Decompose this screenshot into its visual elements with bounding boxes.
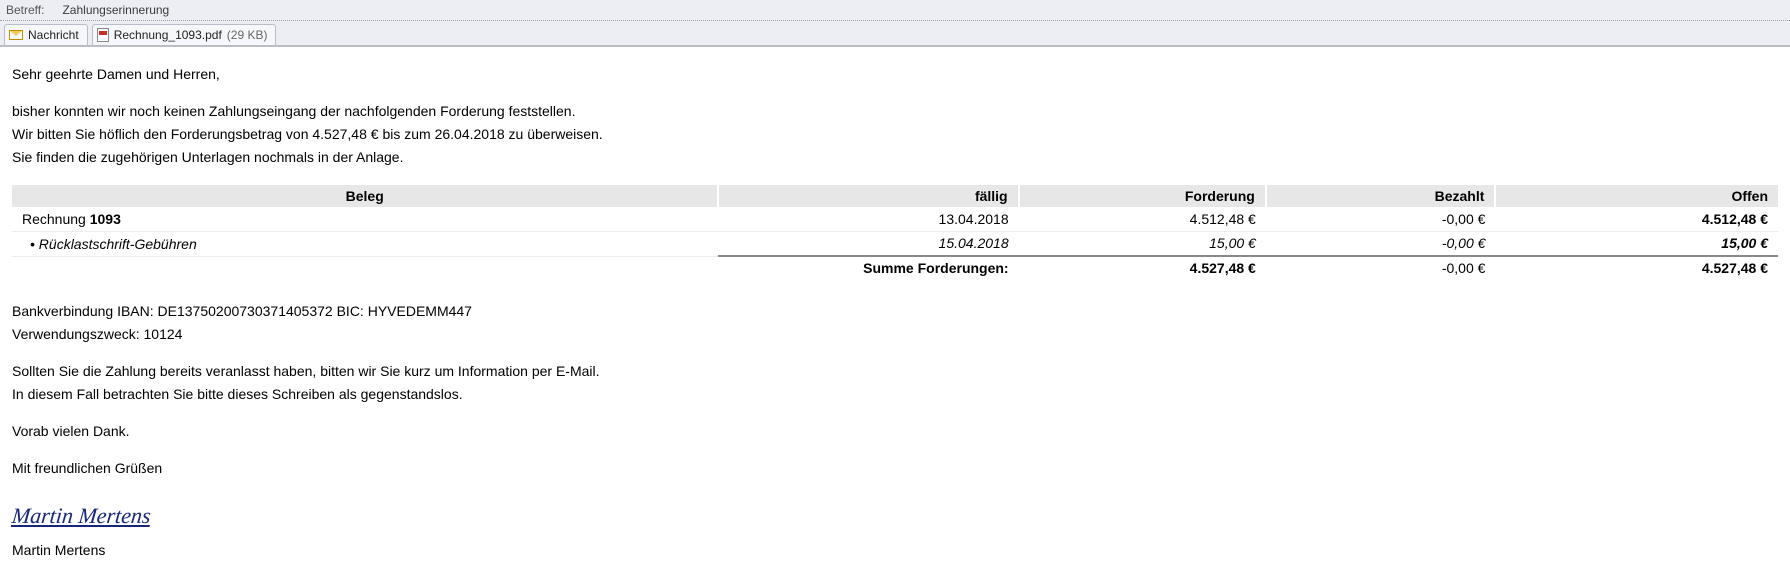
- cell-beleg: • Rücklastschrift-Gebühren: [12, 232, 718, 256]
- th-forderung: Forderung: [1019, 185, 1266, 208]
- cell-forderung: 4.512,48 €: [1019, 208, 1266, 232]
- signature-printed: Martin Mertens: [12, 541, 1778, 560]
- cell-offen: 15,00 €: [1495, 232, 1778, 256]
- thanks: Vorab vielen Dank.: [12, 422, 1778, 441]
- payment-reference: Verwendungszweck: 10124: [12, 325, 1778, 344]
- closing-line-2: In diesem Fall betrachten Sie bitte dies…: [12, 385, 1778, 404]
- claims-table: Beleg fällig Forderung Bezahlt Offen Rec…: [12, 185, 1778, 281]
- closing-line-1: Sollten Sie die Zahlung bereits veranlas…: [12, 362, 1778, 381]
- th-faellig: fällig: [718, 185, 1018, 208]
- mail-icon: [9, 30, 23, 40]
- cell-faellig: 15.04.2018: [718, 232, 1018, 256]
- beleg-prefix: Rechnung: [22, 211, 90, 227]
- cell-forderung: 15,00 €: [1019, 232, 1266, 256]
- bank-details: Bankverbindung IBAN: DE13750200730371405…: [12, 302, 1778, 321]
- subject-label: Betreff:: [6, 3, 44, 17]
- cell-sum-offen: 4.527,48 €: [1495, 256, 1778, 280]
- cell-bezahlt: -0,00 €: [1266, 232, 1496, 256]
- cell-sum-bezahlt: -0,00 €: [1266, 256, 1496, 280]
- tab-attachment[interactable]: Rechnung_1093.pdf (29 KB): [92, 24, 277, 45]
- tab-message-label: Nachricht: [28, 28, 79, 42]
- table-header-row: Beleg fällig Forderung Bezahlt Offen: [12, 185, 1778, 208]
- pdf-icon: [97, 28, 109, 42]
- th-bezahlt: Bezahlt: [1266, 185, 1496, 208]
- attachment-size: (29 KB): [227, 28, 268, 42]
- email-body: Sehr geehrte Damen und Herren, bisher ko…: [0, 47, 1790, 576]
- table-row-sum: Summe Forderungen: 4.527,48 € -0,00 € 4.…: [12, 256, 1778, 280]
- tab-message[interactable]: Nachricht: [4, 24, 88, 45]
- cell-sum-label: Summe Forderungen:: [718, 256, 1018, 280]
- subject-value: Zahlungserinnerung: [62, 3, 169, 17]
- salutation: Sehr geehrte Damen und Herren,: [12, 65, 1778, 84]
- tabs-row: Nachricht Rechnung_1093.pdf (29 KB): [0, 21, 1790, 46]
- cell-bezahlt: -0,00 €: [1266, 208, 1496, 232]
- cell-empty: [12, 256, 718, 280]
- th-offen: Offen: [1495, 185, 1778, 208]
- email-header: Betreff: Zahlungserinnerung Nachricht Re…: [0, 0, 1790, 47]
- sign-off: Mit freundlichen Grüßen: [12, 459, 1778, 478]
- table-row-invoice: Rechnung 1093 13.04.2018 4.512,48 € -0,0…: [12, 208, 1778, 232]
- table-row-fee: • Rücklastschrift-Gebühren 15.04.2018 15…: [12, 232, 1778, 256]
- intro-line-3: Sie finden die zugehörigen Unterlagen no…: [12, 148, 1778, 167]
- signature-script: Martin Mertens: [10, 501, 152, 531]
- cell-offen: 4.512,48 €: [1495, 208, 1778, 232]
- cell-beleg: Rechnung 1093: [12, 208, 718, 232]
- th-beleg: Beleg: [12, 185, 718, 208]
- cell-sum-forderung: 4.527,48 €: [1019, 256, 1266, 280]
- cell-faellig: 13.04.2018: [718, 208, 1018, 232]
- intro-line-1: bisher konnten wir noch keinen Zahlungse…: [12, 102, 1778, 121]
- attachment-name: Rechnung_1093.pdf: [114, 28, 222, 42]
- subject-row: Betreff: Zahlungserinnerung: [0, 0, 1790, 21]
- intro-line-2: Wir bitten Sie höflich den Forderungsbet…: [12, 125, 1778, 144]
- beleg-number: 1093: [90, 211, 121, 227]
